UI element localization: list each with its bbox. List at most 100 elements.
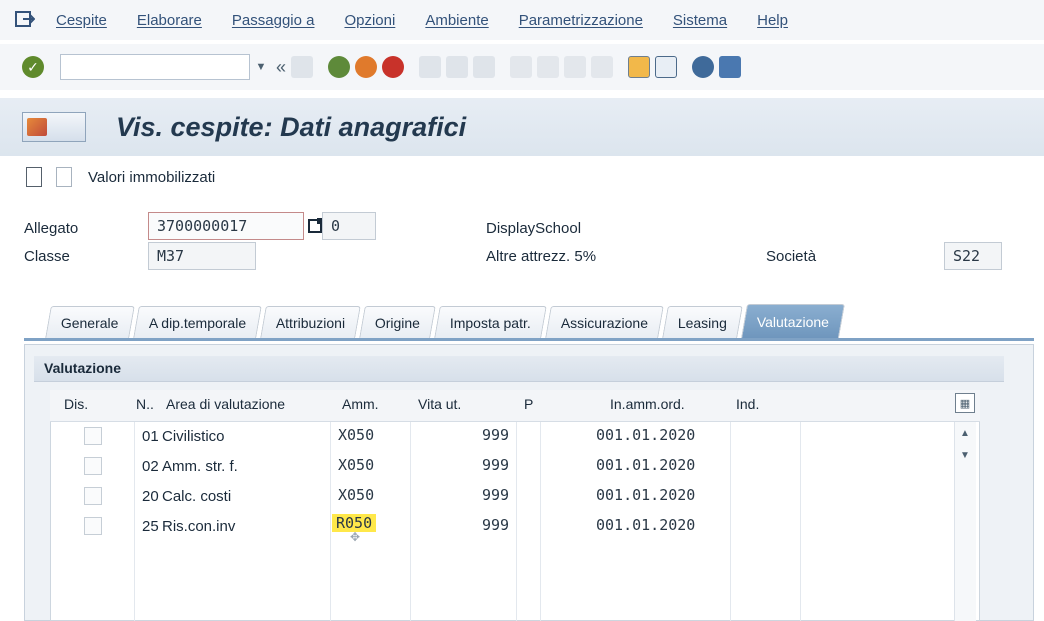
tab-assicurazione[interactable]: Assicurazione: [545, 306, 665, 338]
cancel-icon[interactable]: [382, 56, 405, 78]
societa-label: Società: [766, 248, 817, 265]
new-asset-icon[interactable]: [56, 167, 72, 187]
system-toolbar: ✓ ▼ «: [0, 44, 1044, 90]
row-num: 02: [142, 458, 159, 475]
tab-valutazione[interactable]: Valutazione: [741, 304, 846, 338]
row-inizio: 001.01.2020: [596, 456, 696, 474]
menu-opzioni[interactable]: Opzioni: [344, 12, 395, 29]
row-inizio: 001.01.2020: [596, 426, 696, 444]
menu-help[interactable]: Help: [757, 12, 788, 29]
tab-label-dip-temporale: A dip.temporale: [148, 314, 246, 331]
row-vita: 999: [482, 486, 510, 504]
display-school-text: DisplaySchool: [486, 220, 582, 237]
tab-leasing[interactable]: Leasing: [662, 306, 744, 338]
tab-strip: Generale A dip.temporale Attribuzioni Or…: [45, 300, 847, 338]
menu-passaggio[interactable]: Passaggio a: [232, 12, 315, 29]
tab-origine[interactable]: Origine: [359, 306, 437, 338]
row-checkbox[interactable]: [84, 427, 102, 445]
screen-menu-icon[interactable]: [22, 112, 86, 142]
create-session-icon[interactable]: [628, 56, 651, 78]
row-checkbox[interactable]: [84, 487, 102, 505]
scroll-down-icon[interactable]: ▼: [957, 448, 973, 462]
menu-elaborare[interactable]: Elaborare: [137, 12, 202, 29]
find-icon[interactable]: [446, 56, 469, 78]
col-header-inizio[interactable]: In.amm.ord.: [610, 396, 685, 412]
valuation-section-title: Valutazione: [34, 356, 1004, 382]
row-checkbox[interactable]: [84, 457, 102, 475]
first-page-icon[interactable]: [510, 56, 533, 78]
tab-generale[interactable]: Generale: [45, 306, 135, 338]
row-area: Civilistico: [162, 428, 225, 445]
scroll-up-icon[interactable]: ▲: [957, 426, 973, 440]
menu-sistema[interactable]: Sistema: [673, 12, 727, 29]
row-amm-key[interactable]: X050: [338, 456, 374, 474]
col-header-dis[interactable]: Dis.: [64, 396, 88, 412]
application-toolbar: Valori immobilizzati: [0, 160, 1044, 194]
customize-layout-icon[interactable]: [719, 56, 742, 78]
classe-label: Classe: [24, 248, 70, 265]
next-page-icon[interactable]: [564, 56, 587, 78]
tab-label-origine: Origine: [375, 314, 421, 331]
enter-check-icon[interactable]: ✓: [22, 56, 44, 78]
back-double-icon[interactable]: «: [276, 57, 286, 78]
previous-page-icon[interactable]: [537, 56, 560, 78]
tab-label-imposta-patr: Imposta patr.: [450, 314, 532, 331]
tab-label-valutazione: Valutazione: [757, 313, 830, 330]
row-area: Ris.con.inv: [162, 518, 236, 535]
other-asset-icon[interactable]: [26, 167, 42, 187]
allegato-label: Allegato: [24, 220, 79, 237]
page-title: Vis. cespite: Dati anagrafici: [116, 111, 467, 142]
column-settings-icon[interactable]: ▦: [955, 393, 975, 413]
tab-underline: [24, 338, 1034, 341]
row-amm-key[interactable]: X050: [338, 426, 374, 444]
row-vita: 999: [482, 426, 510, 444]
col-header-amm[interactable]: Amm.: [342, 396, 379, 412]
row-inizio: 001.01.2020: [596, 486, 696, 504]
exit-icon[interactable]: [355, 56, 378, 78]
classe-field[interactable]: M37: [148, 242, 256, 270]
shortcut-icon[interactable]: [655, 56, 678, 78]
tab-label-attribuzioni: Attribuzioni: [275, 314, 346, 331]
row-num: 01: [142, 428, 159, 445]
row-num: 20: [142, 488, 159, 505]
menu-parametrizzazione[interactable]: Parametrizzazione: [519, 12, 643, 29]
row-inizio: 001.01.2020: [596, 516, 696, 534]
help-icon[interactable]: [692, 56, 715, 78]
col-header-vita[interactable]: Vita ut.: [418, 396, 461, 412]
command-dropdown-icon[interactable]: ▼: [250, 54, 272, 80]
tab-imposta-patr[interactable]: Imposta patr.: [434, 306, 548, 338]
title-bar: Vis. cespite: Dati anagrafici: [0, 98, 1044, 156]
save-icon[interactable]: [291, 56, 314, 78]
row-amm-key[interactable]: X050: [338, 486, 374, 504]
row-checkbox[interactable]: [84, 517, 102, 535]
exit-menu-icon[interactable]: [14, 10, 36, 30]
tab-dip-temporale[interactable]: A dip.temporale: [132, 306, 262, 338]
classe-description: Altre attrezz. 5%: [486, 248, 597, 265]
mouse-cursor-icon: ✥: [350, 530, 361, 544]
allegato-sub-field[interactable]: 0: [322, 212, 376, 240]
tab-attribuzioni[interactable]: Attribuzioni: [260, 306, 361, 338]
row-vita: 999: [482, 456, 510, 474]
col-header-area[interactable]: Area di valutazione: [166, 396, 285, 412]
find-next-icon[interactable]: [473, 56, 496, 78]
societa-field[interactable]: S22: [944, 242, 1002, 270]
row-num: 25: [142, 518, 159, 535]
asset-values-button[interactable]: Valori immobilizzati: [88, 169, 215, 186]
tab-label-assicurazione: Assicurazione: [561, 314, 649, 331]
col-header-p[interactable]: P: [524, 396, 533, 412]
menu-bar: Cespite Elaborare Passaggio a Opzioni Am…: [0, 0, 1044, 40]
tab-label-generale: Generale: [60, 314, 119, 331]
menu-ambiente[interactable]: Ambiente: [425, 12, 488, 29]
last-page-icon[interactable]: [591, 56, 614, 78]
tab-label-leasing: Leasing: [678, 314, 728, 331]
row-area: Calc. costi: [162, 488, 232, 505]
print-icon[interactable]: [419, 56, 442, 78]
col-header-ind[interactable]: Ind.: [736, 396, 759, 412]
command-field[interactable]: [60, 54, 250, 80]
row-vita: 999: [482, 516, 510, 534]
row-area: Amm. str. f.: [162, 458, 238, 475]
col-header-num[interactable]: N..: [136, 396, 154, 412]
menu-cespite[interactable]: Cespite: [56, 12, 107, 29]
allegato-field[interactable]: 3700000017: [148, 212, 304, 240]
back-icon[interactable]: [328, 56, 351, 78]
